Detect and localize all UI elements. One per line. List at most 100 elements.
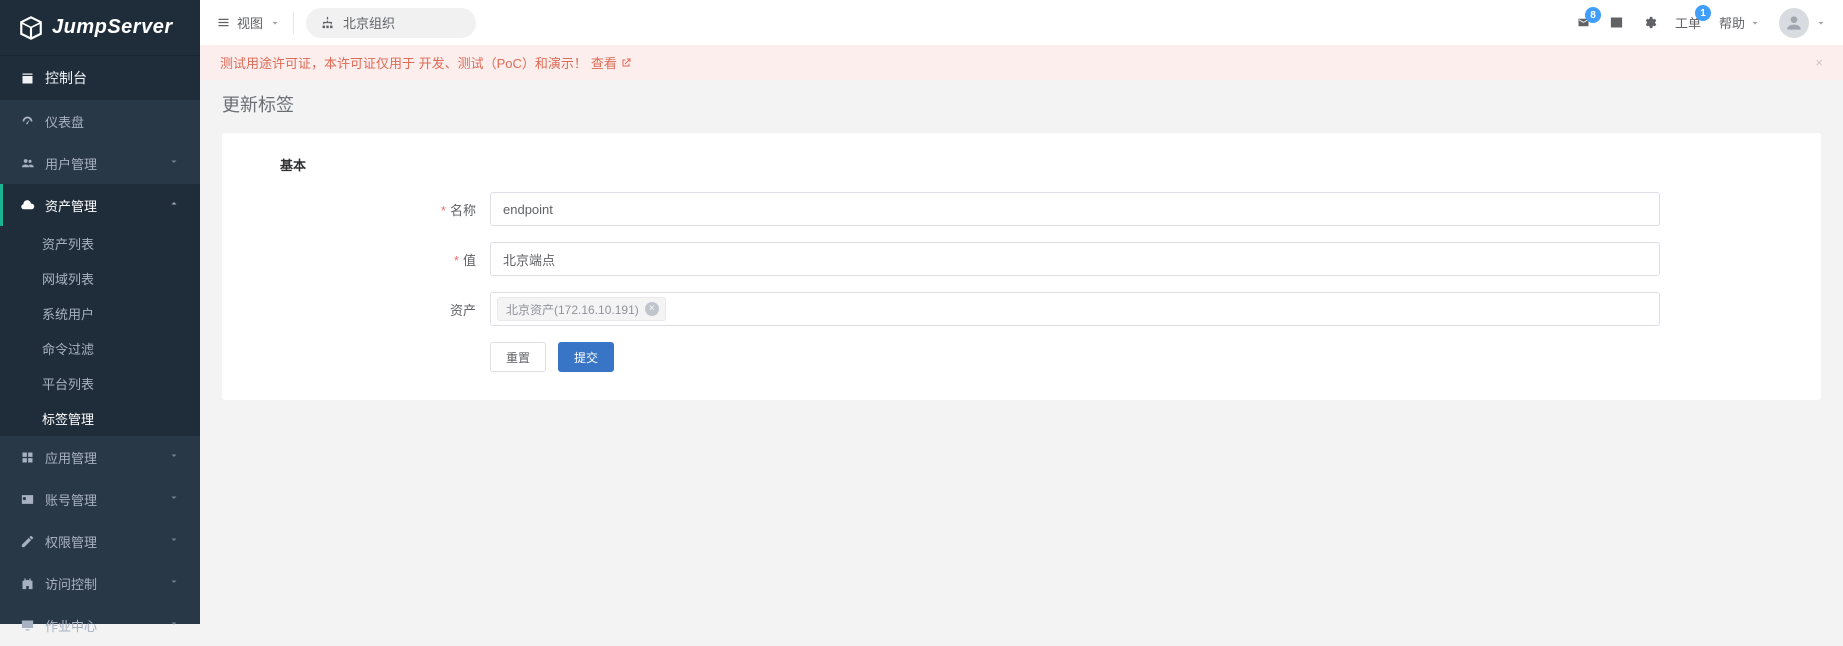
chevron-down-icon	[1749, 17, 1761, 29]
sidebar-item-label: 权限管理	[45, 532, 97, 551]
form-section-title: 基本	[280, 155, 1793, 174]
sidebar-sub-label: 资产列表	[42, 234, 94, 253]
tag-remove-button[interactable]: ×	[645, 302, 659, 316]
help-button[interactable]: 帮助	[1719, 13, 1761, 32]
user-icon	[1784, 13, 1804, 33]
topbar: 视图 北京组织 8 1 工单 帮助	[200, 0, 1843, 45]
chevron-down-icon	[269, 17, 281, 29]
sidebar-console-label: 控制台	[45, 68, 87, 88]
external-link-icon	[620, 57, 632, 69]
sidebar-console-header: 控制台	[0, 55, 200, 100]
label-name-text: 名称	[450, 203, 476, 218]
sidebar-sub-system-user[interactable]: 系统用户	[0, 296, 200, 331]
id-icon	[20, 492, 35, 507]
form-card: 基本 *名称 *值 资产 北京资产(172.16.10.191) × 重置 提交	[222, 133, 1821, 400]
label-value-text: 值	[463, 253, 476, 268]
asset-tag-label: 北京资产(172.16.10.191)	[506, 301, 639, 318]
sidebar-item-apps[interactable]: 应用管理	[0, 436, 200, 478]
sidebar-sub-label: 网域列表	[42, 269, 94, 288]
settings-button[interactable]	[1642, 15, 1657, 30]
submit-button[interactable]: 提交	[558, 342, 614, 372]
sidebar-sub-tag-mgmt[interactable]: 标签管理	[0, 401, 200, 436]
chevron-down-icon	[168, 618, 180, 633]
logo-icon	[18, 15, 44, 41]
sidebar-item-label: 作业中心	[45, 616, 97, 635]
ticket-button[interactable]: 1 工单	[1675, 13, 1701, 32]
user-menu[interactable]	[1779, 8, 1827, 38]
page-title-text: 更新标签	[222, 91, 294, 117]
sidebar-sub-label: 系统用户	[42, 304, 94, 323]
main-area: 测试用途许可证，本许可证仅用于 开发、测试（PoC）和演示！ 查看 × 更新标签…	[200, 45, 1843, 624]
sidebar-sub-label: 标签管理	[42, 409, 94, 428]
sidebar-item-users[interactable]: 用户管理	[0, 142, 200, 184]
sidebar-item-perms[interactable]: 权限管理	[0, 520, 200, 562]
alert-link[interactable]: 查看	[591, 53, 632, 72]
form-buttons: 重置 提交	[490, 342, 1793, 372]
brand-logo[interactable]: JumpServer	[0, 0, 200, 55]
sidebar-sub-label: 命令过滤	[42, 339, 94, 358]
form-row-asset: 资产 北京资产(172.16.10.191) ×	[250, 292, 1793, 326]
sidebar-item-label: 访问控制	[45, 574, 97, 593]
dashboard-icon	[20, 114, 35, 129]
chevron-down-icon	[168, 450, 180, 465]
sidebar-item-label: 仪表盘	[45, 112, 84, 131]
sidebar-sub-label: 平台列表	[42, 374, 94, 393]
sidebar-sub-platform-list[interactable]: 平台列表	[0, 366, 200, 401]
asset-tag-chip: 北京资产(172.16.10.191) ×	[497, 297, 666, 321]
sidebar-sub-command-filter[interactable]: 命令过滤	[0, 331, 200, 366]
form-row-value: *值	[250, 242, 1793, 276]
sidebar-sub-domain-list[interactable]: 网域列表	[0, 261, 200, 296]
view-label: 视图	[237, 13, 263, 32]
reset-button[interactable]: 重置	[490, 342, 546, 372]
edit-icon	[20, 534, 35, 549]
brand-text: JumpServer	[52, 16, 173, 39]
sidebar-item-dashboard[interactable]: 仪表盘	[0, 100, 200, 142]
fort-icon	[20, 576, 35, 591]
terminal-button[interactable]	[1609, 15, 1624, 30]
mail-button[interactable]: 8	[1576, 15, 1591, 30]
org-name: 北京组织	[343, 13, 395, 32]
chevron-down-icon	[168, 156, 180, 171]
chevron-down-icon	[168, 576, 180, 591]
sidebar-item-label: 账号管理	[45, 490, 97, 509]
divider	[293, 12, 294, 34]
sidebar-submenu-assets: 资产列表 网域列表 系统用户 命令过滤 平台列表 标签管理	[0, 226, 200, 436]
grid-icon	[20, 450, 35, 465]
mail-badge: 8	[1585, 7, 1601, 23]
sidebar-item-label: 应用管理	[45, 448, 97, 467]
label-name: *名称	[250, 200, 490, 219]
chevron-down-icon	[168, 492, 180, 507]
sidebar: JumpServer 控制台 仪表盘 用户管理 资产管理 资产列表 网域列表 系…	[0, 0, 200, 624]
chevron-down-icon	[168, 534, 180, 549]
license-alert: 测试用途许可证，本许可证仅用于 开发、测试（PoC）和演示！ 查看 ×	[200, 45, 1843, 80]
chevron-up-icon	[168, 198, 180, 213]
help-label: 帮助	[1719, 13, 1745, 32]
alert-link-label: 查看	[591, 53, 617, 72]
form-row-name: *名称	[250, 192, 1793, 226]
label-asset: 资产	[250, 300, 490, 319]
label-value: *值	[250, 250, 490, 269]
sidebar-item-accounts[interactable]: 账号管理	[0, 478, 200, 520]
org-selector[interactable]: 北京组织	[306, 8, 476, 38]
input-name[interactable]	[490, 192, 1660, 226]
asset-select[interactable]: 北京资产(172.16.10.191) ×	[490, 292, 1660, 326]
sidebar-item-label: 用户管理	[45, 154, 97, 173]
sidebar-item-label: 资产管理	[45, 196, 97, 215]
sidebar-item-jobs[interactable]: 作业中心	[0, 604, 200, 646]
page-title: 更新标签	[200, 80, 1843, 128]
label-asset-text: 资产	[450, 303, 476, 318]
input-value[interactable]	[490, 242, 1660, 276]
alert-text: 测试用途许可证，本许可证仅用于 开发、测试（PoC）和演示！	[220, 53, 587, 72]
sidebar-item-assets[interactable]: 资产管理	[0, 184, 200, 226]
sidebar-item-acl[interactable]: 访问控制	[0, 562, 200, 604]
view-switcher[interactable]: 视图	[216, 13, 281, 32]
topbar-right: 8 1 工单 帮助	[1576, 8, 1827, 38]
list-icon	[216, 15, 231, 30]
sitemap-icon	[320, 15, 335, 30]
users-icon	[20, 156, 35, 171]
alert-close-button[interactable]: ×	[1815, 55, 1823, 70]
chevron-down-icon	[1815, 17, 1827, 29]
sidebar-sub-asset-list[interactable]: 资产列表	[0, 226, 200, 261]
web-terminal-icon	[1609, 15, 1624, 30]
monitor-icon	[20, 618, 35, 633]
